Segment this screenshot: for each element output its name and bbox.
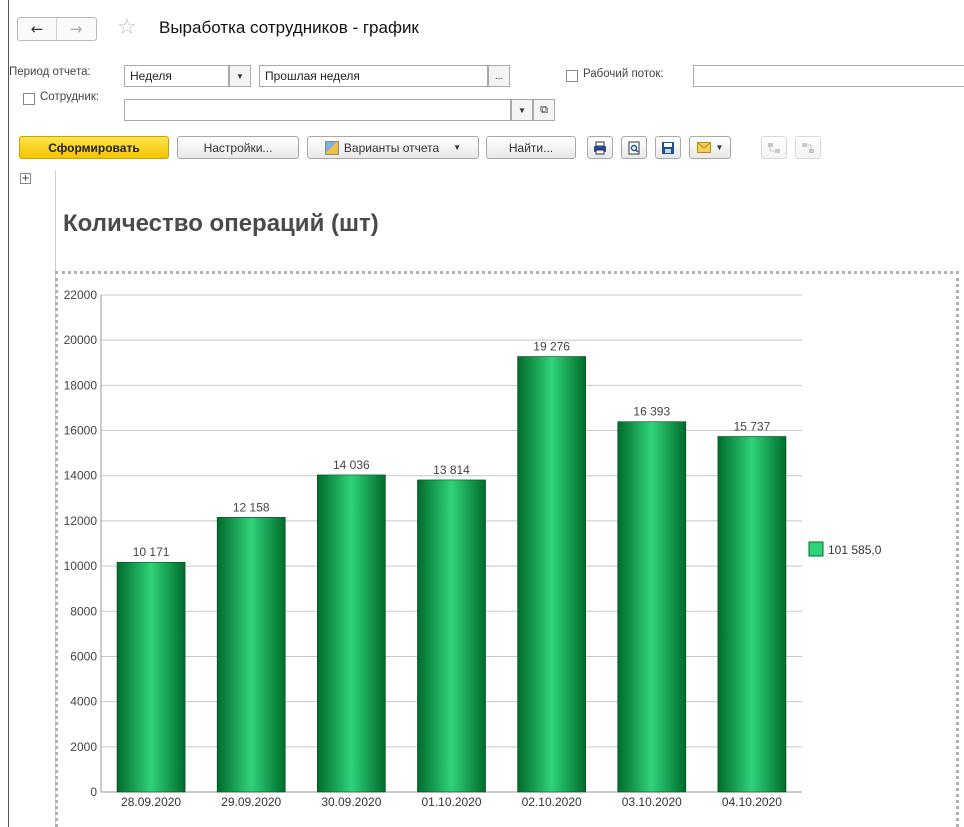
bar[interactable]: [216, 517, 286, 793]
bar-value-label: 16 393: [633, 405, 670, 419]
y-tick-label: 22000: [64, 288, 98, 302]
y-tick-label: 16000: [64, 424, 98, 438]
y-tick-label: 2000: [70, 740, 97, 754]
x-category-label: 04.10.2020: [722, 795, 782, 809]
bar[interactable]: [116, 561, 186, 793]
bar-value-label: 13 814: [433, 463, 470, 477]
legend-swatch: [808, 541, 824, 557]
bar-value-label: 15 737: [734, 419, 771, 433]
x-category-label: 03.10.2020: [622, 795, 682, 809]
bar[interactable]: [717, 436, 787, 793]
bar-chart: 0 2000 4000 6000 8000 10000 12000 14000 16000 180…: [64, 288, 882, 809]
y-tick-label: 10000: [64, 559, 98, 573]
y-tick-label: 0: [90, 785, 97, 799]
bar[interactable]: [617, 421, 687, 793]
bar[interactable]: [517, 356, 586, 793]
x-category-label: 28.09.2020: [121, 795, 181, 809]
y-tick-label: 14000: [64, 469, 98, 483]
bar[interactable]: [417, 479, 486, 793]
y-tick-label: 6000: [70, 649, 97, 663]
bar[interactable]: [317, 474, 386, 793]
bar-value-label: 14 036: [333, 458, 370, 472]
y-tick-label: 12000: [64, 514, 98, 528]
bar-value-label: 10 171: [133, 545, 170, 559]
y-tick-label: 4000: [70, 695, 97, 709]
x-category-label: 29.09.2020: [221, 795, 281, 809]
bar-value-label: 12 158: [233, 500, 270, 514]
y-tick-label: 20000: [64, 333, 98, 347]
bar-value-label: 19 276: [533, 340, 570, 354]
report-window: ← → ☆ Выработка сотрудников - график Пер…: [8, 0, 964, 827]
y-tick-label: 18000: [64, 378, 98, 392]
y-tick-label: 8000: [70, 604, 97, 618]
x-category-label: 30.09.2020: [321, 795, 381, 809]
legend-entry: 101 585,0: [828, 543, 882, 557]
x-category-label: 01.10.2020: [421, 795, 481, 809]
x-category-label: 02.10.2020: [522, 795, 582, 809]
